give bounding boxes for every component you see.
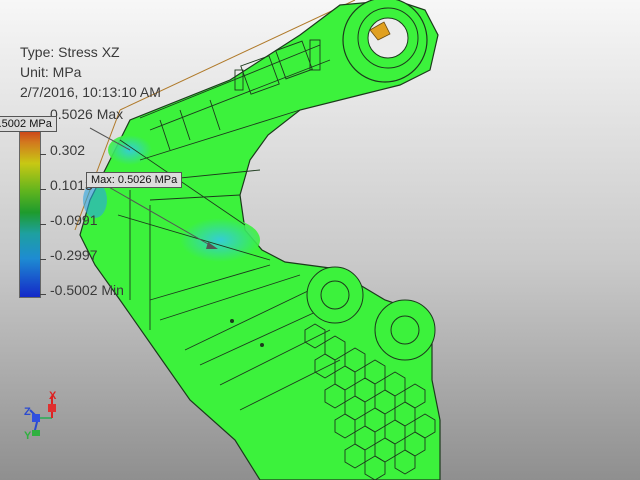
graphics-viewport[interactable]: Type: Stress XZ Unit: MPa 2/7/2016, 10:1…	[0, 0, 640, 480]
legend-tick-min: -0.5002 Min	[50, 282, 124, 298]
min-probe-label[interactable]: Min: -0.5002 MPa	[0, 116, 57, 132]
axis-x-label: X	[49, 390, 57, 402]
unit-label: Unit: MPa	[20, 64, 82, 80]
stress-model-icon[interactable]	[0, 0, 640, 480]
axis-z-label: Z	[24, 406, 31, 418]
view-cube-triad-icon[interactable]: X Z Y	[20, 390, 70, 450]
color-legend-bar[interactable]	[19, 120, 41, 298]
max-probe-label[interactable]: Max: 0.5026 MPa	[86, 172, 183, 188]
legend-tick: 0.302	[50, 142, 86, 158]
result-type-label: Type: Stress XZ	[20, 44, 120, 60]
timestamp-label: 2/7/2016, 10:13:10 AM	[20, 84, 161, 100]
legend-tick-max: 0.5026 Max	[50, 106, 124, 122]
legend-tick: -0.0991	[50, 212, 98, 228]
legend-tick: -0.2997	[50, 247, 98, 263]
axis-y-label: Y	[24, 430, 32, 442]
